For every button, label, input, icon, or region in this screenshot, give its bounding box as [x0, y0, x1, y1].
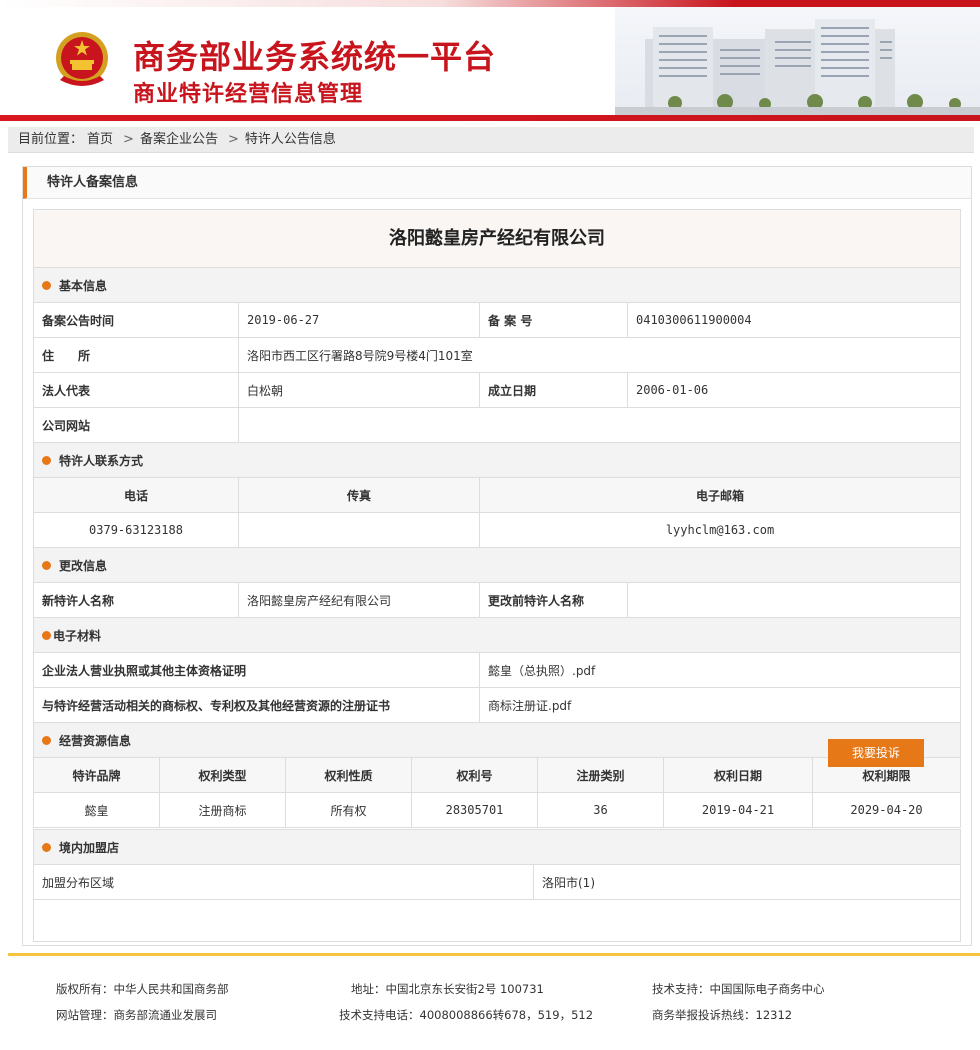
- phone-value: 0379-63123188: [33, 512, 239, 548]
- breadcrumb-home-link[interactable]: 首页: [87, 132, 113, 147]
- site-footer: 版权所有：中华人民共和国商务部 地址：中国北京东长安街2号 100731 技术支…: [0, 970, 980, 1040]
- email-value: lyyhclm@163.com: [479, 512, 961, 548]
- old-name-value: [627, 582, 961, 618]
- resource-cell: 2029-04-20: [812, 792, 961, 828]
- record-no-value: 0410300611900004: [627, 302, 961, 338]
- resource-header: 注册类别: [537, 757, 664, 793]
- footer-site-admin: 网站管理：商务部流通业发展司: [56, 1008, 217, 1022]
- trademark-certificate-file-link[interactable]: 商标注册证.pdf: [479, 687, 961, 723]
- website-value: [238, 407, 961, 443]
- store-area-label: 加盟分布区域: [33, 864, 534, 900]
- resource-cell: 懿皇: [33, 792, 160, 828]
- resource-cell: 注册商标: [159, 792, 286, 828]
- address-label: 住 所: [33, 337, 239, 373]
- website-label: 公司网站: [33, 407, 239, 443]
- panel-title: 特许人备案信息: [23, 167, 971, 199]
- table-row: 懿皇 注册商标 所有权 28305701 36 2019-04-21 2029-…: [33, 792, 961, 828]
- resource-cell: 2019-04-21: [663, 792, 813, 828]
- section-title: 电子材料: [53, 628, 102, 643]
- government-building-image: [615, 7, 980, 115]
- breadcrumb-current: 特许人公告信息: [244, 132, 336, 147]
- section-materials: 电子材料: [33, 617, 961, 653]
- resource-header: 权利日期: [663, 757, 813, 793]
- resource-cell: 36: [537, 792, 664, 828]
- section-title: 经营资源信息: [59, 733, 132, 748]
- section-change: 更改信息: [33, 547, 961, 583]
- section-basic-info: 基本信息: [33, 267, 961, 303]
- new-name-value: 洛阳懿皇房产经纪有限公司: [238, 582, 480, 618]
- national-emblem-icon: [56, 32, 108, 86]
- section-resources: 经营资源信息: [33, 722, 961, 758]
- material-label: 企业法人营业执照或其他主体资格证明: [33, 652, 480, 688]
- founded-value: 2006-01-06: [627, 372, 961, 408]
- fax-value: [238, 512, 480, 548]
- bullet-icon: [42, 280, 51, 290]
- bullet-icon: [42, 735, 51, 745]
- section-contact: 特许人联系方式: [33, 442, 961, 478]
- fax-header: 传真: [238, 477, 480, 513]
- complaint-button[interactable]: 我要投诉: [828, 739, 924, 767]
- bullet-icon: [42, 630, 51, 640]
- legal-rep-label: 法人代表: [33, 372, 239, 408]
- stores-table: 境内加盟店 加盟分布区域 洛阳市(1): [33, 829, 961, 900]
- platform-subtitle: 商业特许经营信息管理: [133, 82, 364, 107]
- platform-title: 商务部业务系统统一平台: [133, 38, 497, 76]
- franchisor-info-panel: 特许人备案信息 洛阳懿皇房产经纪有限公司 基本信息 备案公告时间 2019-06…: [22, 166, 972, 946]
- footer-copyright: 版权所有：中华人民共和国商务部: [56, 982, 229, 996]
- resource-cell: 所有权: [285, 792, 412, 828]
- store-area-value: 洛阳市(1): [533, 864, 961, 900]
- business-license-file-link[interactable]: 懿皇（总执照）.pdf: [479, 652, 961, 688]
- site-header: 商务部业务系统统一平台 商业特许经营信息管理: [0, 0, 980, 121]
- new-name-label: 新特许人名称: [33, 582, 239, 618]
- breadcrumb: 目前位置： 首页 > 备案企业公告 > 特许人公告信息: [8, 127, 974, 153]
- resources-table: 特许品牌 权利类型 权利性质 权利号 注册类别 权利日期 权利期限 懿皇 注册商…: [33, 757, 961, 828]
- resource-cell: 28305701: [411, 792, 538, 828]
- filing-date-value: 2019-06-27: [238, 302, 480, 338]
- footer-divider: [8, 953, 980, 956]
- record-no-label: 备 案 号: [479, 302, 628, 338]
- section-title: 特许人联系方式: [59, 453, 144, 468]
- company-name: 洛阳懿皇房产经纪有限公司: [33, 209, 961, 269]
- basic-info-table: 基本信息 备案公告时间 2019-06-27 备 案 号 04103006119…: [33, 267, 961, 758]
- breadcrumb-filing-link[interactable]: 备案企业公告: [140, 132, 218, 147]
- resource-header: 权利号: [411, 757, 538, 793]
- legal-rep-value: 白松朝: [238, 372, 480, 408]
- phone-header: 电话: [33, 477, 239, 513]
- footer-tech-phone: 技术支持电话：4008008866转678，519，512: [339, 1008, 594, 1022]
- resource-header: 特许品牌: [33, 757, 160, 793]
- footer-tech-support: 技术支持：中国国际电子商务中心: [652, 982, 825, 996]
- section-stores: 境内加盟店: [33, 829, 961, 865]
- section-title: 基本信息: [59, 278, 108, 293]
- bullet-icon: [42, 842, 51, 852]
- footer-address: 地址：中国北京东长安街2号 100731: [351, 982, 544, 996]
- bullet-icon: [42, 560, 51, 570]
- section-title: 更改信息: [59, 558, 108, 573]
- button-row: [33, 898, 961, 942]
- breadcrumb-separator: >: [227, 132, 239, 147]
- breadcrumb-separator: >: [123, 132, 134, 147]
- filing-date-label: 备案公告时间: [33, 302, 239, 338]
- breadcrumb-prefix: 目前位置：: [18, 132, 84, 147]
- old-name-label: 更改前特许人名称: [479, 582, 628, 618]
- header-top-bar: [0, 0, 980, 7]
- email-header: 电子邮箱: [479, 477, 961, 513]
- resource-header: 权利类型: [159, 757, 286, 793]
- resource-header: 权利性质: [285, 757, 412, 793]
- footer-hotline: 商务举报投诉热线：12312: [652, 1008, 793, 1022]
- header-bottom-bar: [0, 115, 980, 121]
- address-value: 洛阳市西工区行署路8号院9号楼4门101室: [238, 337, 961, 373]
- founded-label: 成立日期: [479, 372, 628, 408]
- material-label: 与特许经营活动相关的商标权、专利权及其他经营资源的注册证书: [33, 687, 480, 723]
- bullet-icon: [42, 455, 51, 465]
- section-title: 境内加盟店: [59, 840, 120, 855]
